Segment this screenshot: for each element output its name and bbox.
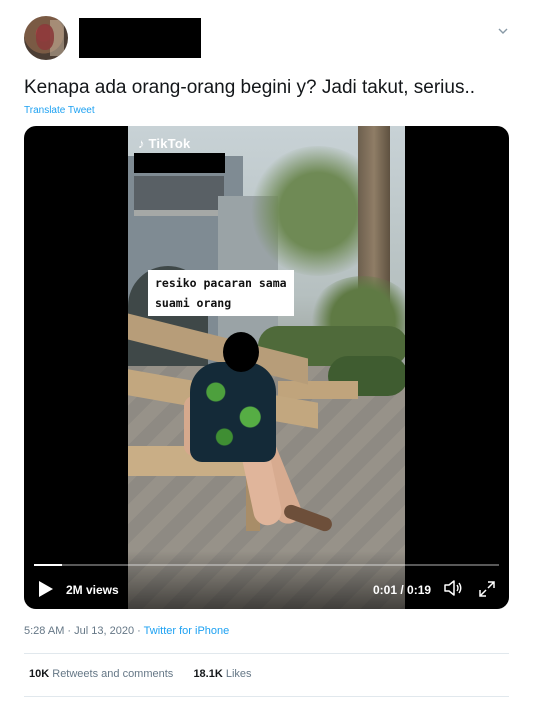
avatar[interactable] (24, 16, 68, 60)
tweet-text: Kenapa ada orang-orang begini y? Jadi ta… (24, 77, 476, 98)
retweets-label: Retweets and comments (52, 668, 174, 680)
redacted-face (223, 332, 259, 372)
tiktok-watermark: ♪ TikTok (138, 136, 190, 151)
video-frame: ♪ TikTok resiko pacaran sama suami orang (128, 126, 405, 609)
view-count: 2M views (66, 583, 119, 597)
video-caption: resiko pacaran sama suami orang (148, 270, 294, 316)
redacted-username (79, 18, 201, 58)
caption-line-2: suami orang (155, 296, 232, 310)
chevron-down-icon[interactable] (494, 22, 512, 40)
progress-fill (34, 564, 62, 566)
divider (24, 696, 509, 697)
person-dress (190, 362, 276, 462)
progress-bar[interactable] (34, 564, 499, 566)
tweet-timestamp[interactable]: 5:28 AM · Jul 13, 2020 (24, 625, 134, 637)
tiktok-label: TikTok (148, 136, 191, 151)
likes-stat[interactable]: 18.1K Likes (193, 668, 251, 680)
translate-tweet-link[interactable]: Translate Tweet (24, 105, 95, 116)
likes-label: Likes (225, 668, 252, 680)
tweet-meta: 5:28 AM · Jul 13, 2020 · Twitter for iPh… (24, 625, 229, 637)
tweet-client[interactable]: Twitter for iPhone (144, 625, 230, 637)
tweet-header (24, 16, 514, 62)
lounger-far (278, 381, 358, 399)
play-icon[interactable] (38, 580, 54, 598)
retweets-count: 10K (29, 668, 50, 680)
tweet-card: Kenapa ada orang-orang begini y? Jadi ta… (0, 0, 539, 713)
retweets-stat[interactable]: 10K Retweets and comments (29, 668, 173, 680)
redacted-tiktok-handle (134, 153, 225, 173)
expand-icon[interactable] (478, 580, 496, 598)
playback-time: 0:01 / 0:19 (373, 583, 432, 597)
video-controls: 2M views 0:01 / 0:19 (24, 551, 509, 609)
divider (24, 653, 509, 654)
caption-line-1: resiko pacaran sama (155, 276, 287, 290)
tweet-stats: 10K Retweets and comments 18.1K Likes (29, 668, 252, 680)
avatar-figure (36, 24, 54, 50)
volume-icon[interactable] (443, 579, 463, 597)
meta-separator: · (134, 625, 144, 637)
tiktok-logo-icon: ♪ (138, 136, 145, 151)
likes-count: 18.1K (193, 668, 223, 680)
video-player[interactable]: ♪ TikTok resiko pacaran sama suami orang… (24, 126, 509, 609)
balcony (134, 176, 224, 216)
